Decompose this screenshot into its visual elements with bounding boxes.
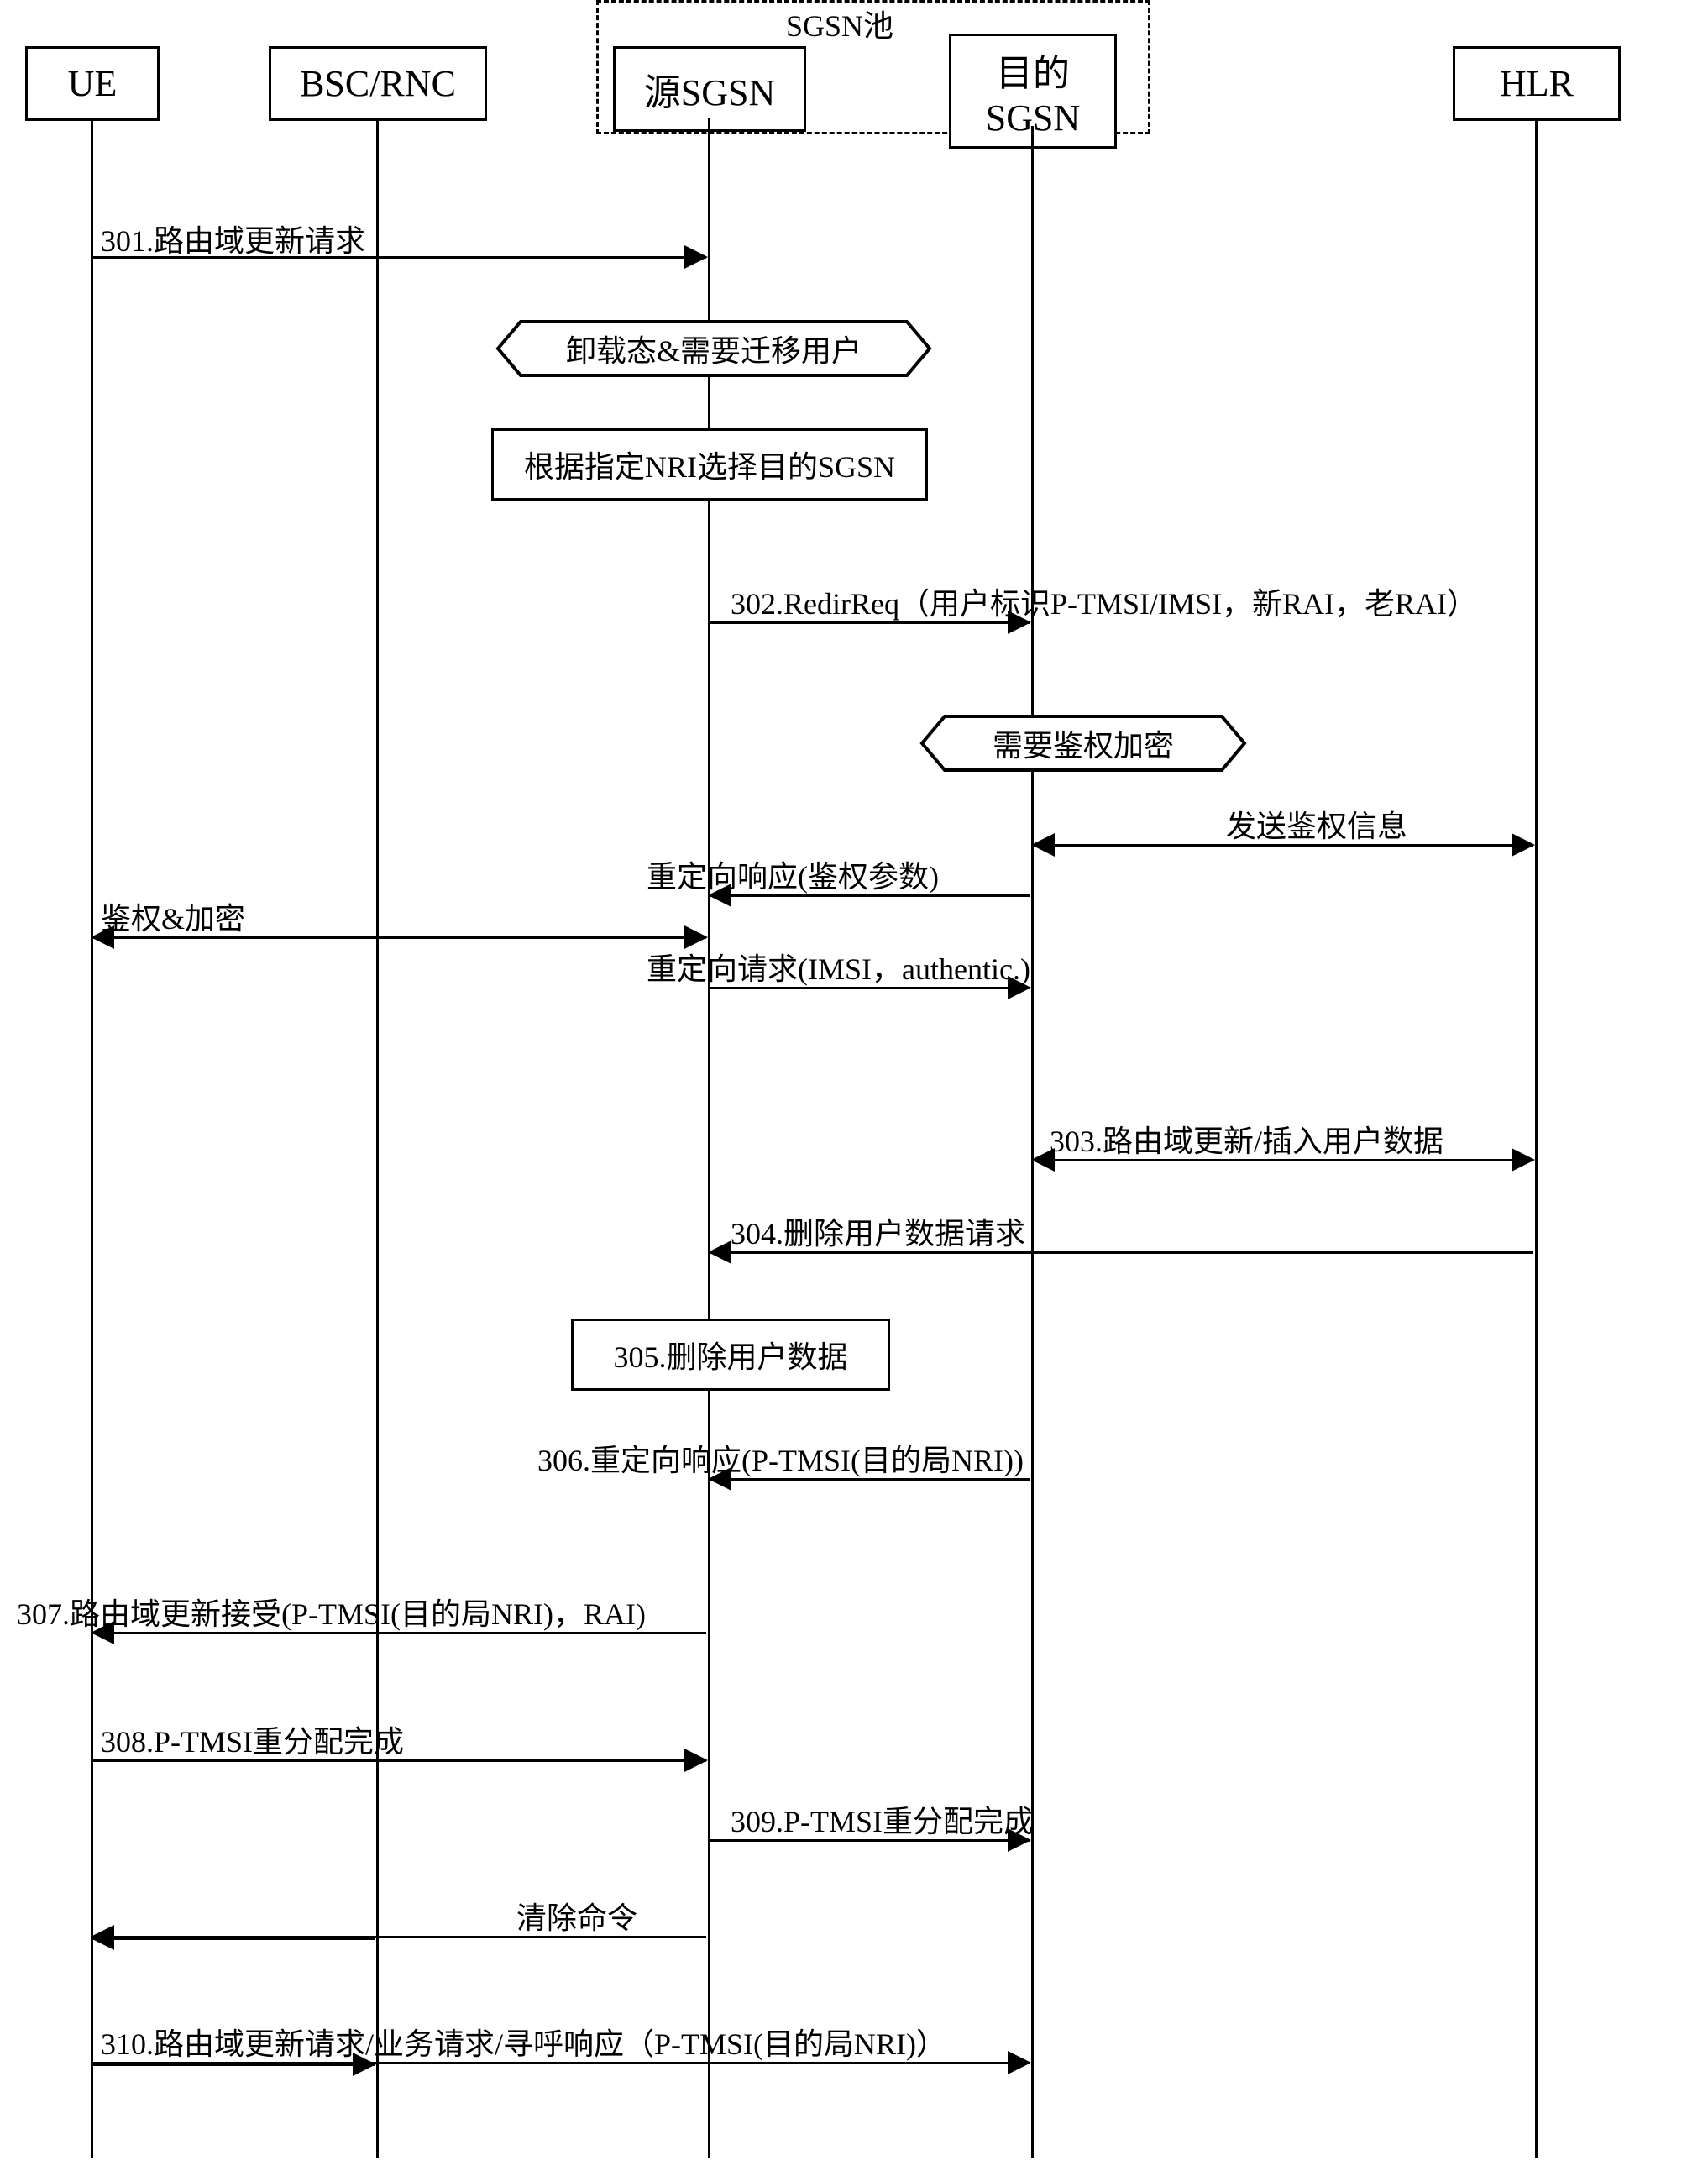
msg-306-arrow [710, 1478, 1030, 1481]
sequence-diagram: SGSN池 UE BSC/RNC 源SGSN 目的 SGSN HLR 301.路… [0, 0, 1708, 2176]
msg-309-arrow [710, 1839, 1030, 1842]
msg-306-label: 306.重定向响应(P-TMSI(目的局NRI)) [537, 1436, 1024, 1480]
action-select-dst: 根据指定NRI选择目的SGSN [491, 428, 928, 501]
msg-308-arrow [92, 1759, 706, 1762]
lifeline-ue [91, 118, 93, 2158]
msg-redir-req-imsi-arrow [710, 987, 1030, 989]
msg-redir-resp-auth-arrow [710, 894, 1030, 897]
msg-auth-enc-label: 鉴权&加密 [101, 894, 245, 938]
msg-clear-cmd-arrow-bsc [92, 1937, 375, 1940]
msg-303-arrow [1033, 1159, 1533, 1161]
condition-offload: 卸载态&需要迁移用户 [495, 319, 932, 378]
lifeline-hlr [1535, 118, 1538, 2158]
msg-redir-resp-auth-label: 重定向响应(鉴权参数) [647, 852, 939, 896]
msg-304-label: 304.删除用户数据请求 [731, 1209, 1025, 1253]
msg-304-arrow [710, 1251, 1533, 1254]
msg-310-arrow-bsc [92, 2063, 375, 2066]
participant-bsc-rnc: BSC/RNC [269, 46, 487, 121]
msg-clear-cmd-label: 清除命令 [516, 1894, 637, 1937]
action-305-delete: 305.删除用户数据 [571, 1319, 890, 1391]
msg-redir-req-imsi-label: 重定向请求(IMSI，authentic.) [647, 945, 1030, 988]
msg-310-label: 310.路由域更新请求/业务请求/寻呼响应（P-TMSI(目的局NRI)） [101, 2020, 946, 2063]
lifeline-bsc [376, 118, 379, 2158]
lifeline-src-sgsn [708, 118, 710, 2158]
msg-301-label: 301.路由域更新请求 [101, 217, 365, 260]
condition-auth-text: 需要鉴权加密 [969, 721, 1197, 765]
participant-hlr: HLR [1453, 46, 1621, 121]
msg-303-label: 303.路由域更新/插入用户数据 [1050, 1117, 1443, 1161]
msg-307-arrow [92, 1632, 706, 1634]
msg-send-auth-label: 发送鉴权信息 [1226, 802, 1407, 846]
participant-ue: UE [25, 46, 160, 121]
msg-send-auth-arrow [1033, 844, 1533, 847]
condition-offload-text: 卸载态&需要迁移用户 [542, 327, 885, 370]
msg-308-label: 308.P-TMSI重分配完成 [101, 1717, 404, 1761]
msg-auth-enc-arrow [92, 936, 706, 939]
msg-309-label: 309.P-TMSI重分配完成 [731, 1797, 1034, 1841]
lifeline-dst-sgsn [1031, 126, 1034, 2158]
msg-301-arrow [92, 256, 706, 259]
msg-302-label: 302.RedirReq（用户标识P-TMSI/IMSI，新RAI，老RAI） [731, 579, 1477, 623]
condition-auth-needed: 需要鉴权加密 [919, 714, 1247, 773]
msg-302-arrow [710, 621, 1030, 624]
